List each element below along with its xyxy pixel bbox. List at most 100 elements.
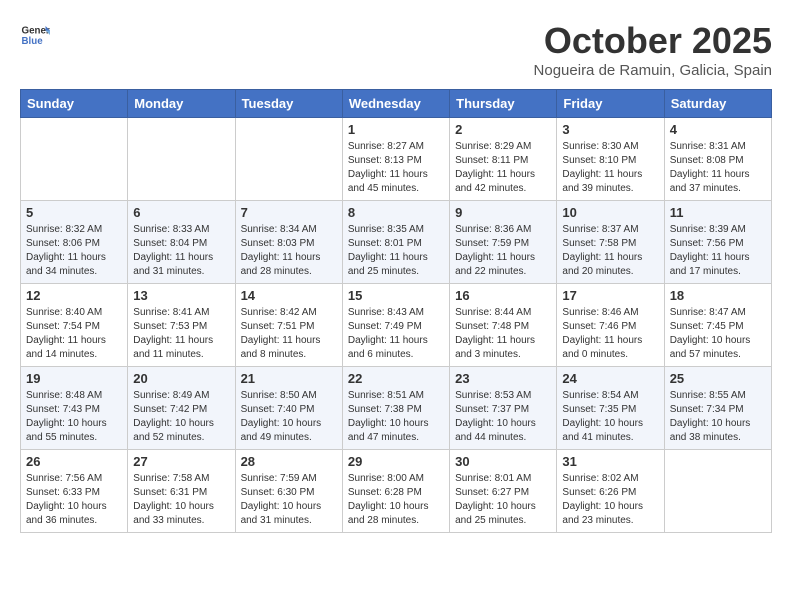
calendar-cell: 10 Sunrise: 8:37 AMSunset: 7:58 PMDayligh…	[557, 201, 664, 284]
day-number: 15	[348, 288, 444, 303]
weekday-header-saturday: Saturday	[664, 90, 771, 118]
day-number: 24	[562, 371, 658, 386]
calendar-week-row: 5 Sunrise: 8:32 AMSunset: 8:06 PMDaylight…	[21, 201, 772, 284]
day-info: Sunrise: 8:37 AMSunset: 7:58 PMDaylight:…	[562, 223, 658, 279]
day-number: 26	[26, 454, 122, 469]
calendar-table: SundayMondayTuesdayWednesdayThursdayFrid…	[20, 89, 772, 533]
day-number: 11	[670, 205, 766, 220]
calendar-cell	[21, 118, 128, 201]
calendar-cell	[235, 118, 342, 201]
day-info: Sunrise: 8:33 AMSunset: 8:04 PMDaylight:…	[133, 223, 229, 279]
day-number: 20	[133, 371, 229, 386]
weekday-header-sunday: Sunday	[21, 90, 128, 118]
calendar-cell: 2 Sunrise: 8:29 AMSunset: 8:11 PMDaylight…	[450, 118, 557, 201]
calendar-cell: 16 Sunrise: 8:44 AMSunset: 7:48 PMDayligh…	[450, 284, 557, 367]
day-info: Sunrise: 8:55 AMSunset: 7:34 PMDaylight:…	[670, 389, 766, 445]
calendar-cell	[664, 450, 771, 533]
calendar-cell: 17 Sunrise: 8:46 AMSunset: 7:46 PMDayligh…	[557, 284, 664, 367]
day-number: 5	[26, 205, 122, 220]
weekday-header-row: SundayMondayTuesdayWednesdayThursdayFrid…	[21, 90, 772, 118]
day-info: Sunrise: 8:53 AMSunset: 7:37 PMDaylight:…	[455, 389, 551, 445]
day-info: Sunrise: 7:58 AMSunset: 6:31 PMDaylight:…	[133, 472, 229, 528]
day-info: Sunrise: 8:30 AMSunset: 8:10 PMDaylight:…	[562, 140, 658, 196]
logo-icon: General Blue	[20, 20, 50, 50]
day-info: Sunrise: 8:46 AMSunset: 7:46 PMDaylight:…	[562, 306, 658, 362]
day-info: Sunrise: 8:50 AMSunset: 7:40 PMDaylight:…	[241, 389, 337, 445]
day-info: Sunrise: 8:49 AMSunset: 7:42 PMDaylight:…	[133, 389, 229, 445]
calendar-cell: 11Sunrise: 8:39 AMSunset: 7:56 PMDayligh…	[664, 201, 771, 284]
calendar-cell: 1Sunrise: 8:27 AMSunset: 8:13 PMDaylight…	[342, 118, 449, 201]
calendar-cell: 18Sunrise: 8:47 AMSunset: 7:45 PMDayligh…	[664, 284, 771, 367]
day-info: Sunrise: 8:31 AMSunset: 8:08 PMDaylight:…	[670, 140, 766, 196]
calendar-cell	[128, 118, 235, 201]
calendar-cell: 13 Sunrise: 8:41 AMSunset: 7:53 PMDayligh…	[128, 284, 235, 367]
day-number: 25	[670, 371, 766, 386]
day-info: Sunrise: 8:34 AMSunset: 8:03 PMDaylight:…	[241, 223, 337, 279]
day-info: Sunrise: 8:32 AMSunset: 8:06 PMDaylight:…	[26, 223, 122, 279]
calendar-cell: 28Sunrise: 7:59 AMSunset: 6:30 PMDayligh…	[235, 450, 342, 533]
day-info: Sunrise: 7:56 AMSunset: 6:33 PMDaylight:…	[26, 472, 122, 528]
calendar-cell: 3 Sunrise: 8:30 AMSunset: 8:10 PMDaylight…	[557, 118, 664, 201]
calendar-cell: 25 Sunrise: 8:55 AMSunset: 7:34 PMDayligh…	[664, 367, 771, 450]
calendar-week-row: 12Sunrise: 8:40 AMSunset: 7:54 PMDayligh…	[21, 284, 772, 367]
location: Nogueira de Ramuin, Galicia, Spain	[534, 62, 772, 79]
calendar-cell: 15 Sunrise: 8:43 AMSunset: 7:49 PMDayligh…	[342, 284, 449, 367]
logo: General Blue	[20, 20, 50, 50]
weekday-header-monday: Monday	[128, 90, 235, 118]
calendar-cell: 5 Sunrise: 8:32 AMSunset: 8:06 PMDaylight…	[21, 201, 128, 284]
day-info: Sunrise: 8:48 AMSunset: 7:43 PMDaylight:…	[26, 389, 122, 445]
day-number: 3	[562, 122, 658, 137]
calendar-cell: 22Sunrise: 8:51 AMSunset: 7:38 PMDayligh…	[342, 367, 449, 450]
calendar-cell: 29 Sunrise: 8:00 AMSunset: 6:28 PMDayligh…	[342, 450, 449, 533]
day-number: 6	[133, 205, 229, 220]
calendar-cell: 14Sunrise: 8:42 AMSunset: 7:51 PMDayligh…	[235, 284, 342, 367]
day-number: 27	[133, 454, 229, 469]
calendar-cell: 9Sunrise: 8:36 AMSunset: 7:59 PMDaylight…	[450, 201, 557, 284]
day-number: 30	[455, 454, 551, 469]
day-info: Sunrise: 8:41 AMSunset: 7:53 PMDaylight:…	[133, 306, 229, 362]
day-info: Sunrise: 8:00 AMSunset: 6:28 PMDaylight:…	[348, 472, 444, 528]
day-info: Sunrise: 8:01 AMSunset: 6:27 PMDaylight:…	[455, 472, 551, 528]
day-number: 21	[241, 371, 337, 386]
day-info: Sunrise: 8:47 AMSunset: 7:45 PMDaylight:…	[670, 306, 766, 362]
calendar-cell: 4Sunrise: 8:31 AMSunset: 8:08 PMDaylight…	[664, 118, 771, 201]
weekday-header-friday: Friday	[557, 90, 664, 118]
day-number: 16	[455, 288, 551, 303]
calendar-cell: 27 Sunrise: 7:58 AMSunset: 6:31 PMDayligh…	[128, 450, 235, 533]
calendar-cell: 24Sunrise: 8:54 AMSunset: 7:35 PMDayligh…	[557, 367, 664, 450]
day-number: 29	[348, 454, 444, 469]
svg-text:Blue: Blue	[22, 36, 44, 47]
day-number: 9	[455, 205, 551, 220]
calendar-cell: 26 Sunrise: 7:56 AMSunset: 6:33 PMDayligh…	[21, 450, 128, 533]
day-number: 22	[348, 371, 444, 386]
day-info: Sunrise: 8:44 AMSunset: 7:48 PMDaylight:…	[455, 306, 551, 362]
day-number: 14	[241, 288, 337, 303]
calendar-cell: 21 Sunrise: 8:50 AMSunset: 7:40 PMDayligh…	[235, 367, 342, 450]
calendar-week-row: 19 Sunrise: 8:48 AMSunset: 7:43 PMDayligh…	[21, 367, 772, 450]
title-block: October 2025 Nogueira de Ramuin, Galicia…	[534, 20, 772, 79]
day-number: 31	[562, 454, 658, 469]
day-number: 1	[348, 122, 444, 137]
calendar-cell: 8Sunrise: 8:35 AMSunset: 8:01 PMDaylight…	[342, 201, 449, 284]
day-info: Sunrise: 8:02 AMSunset: 6:26 PMDaylight:…	[562, 472, 658, 528]
day-info: Sunrise: 8:43 AMSunset: 7:49 PMDaylight:…	[348, 306, 444, 362]
weekday-header-tuesday: Tuesday	[235, 90, 342, 118]
day-number: 12	[26, 288, 122, 303]
weekday-header-wednesday: Wednesday	[342, 90, 449, 118]
day-number: 10	[562, 205, 658, 220]
calendar-cell: 7Sunrise: 8:34 AMSunset: 8:03 PMDaylight…	[235, 201, 342, 284]
day-info: Sunrise: 8:29 AMSunset: 8:11 PMDaylight:…	[455, 140, 551, 196]
month-title: October 2025	[534, 20, 772, 62]
day-number: 13	[133, 288, 229, 303]
day-number: 2	[455, 122, 551, 137]
weekday-header-thursday: Thursday	[450, 90, 557, 118]
page-header: General Blue October 2025 Nogueira de Ra…	[20, 20, 772, 79]
day-number: 23	[455, 371, 551, 386]
calendar-cell: 20 Sunrise: 8:49 AMSunset: 7:42 PMDayligh…	[128, 367, 235, 450]
day-info: Sunrise: 8:35 AMSunset: 8:01 PMDaylight:…	[348, 223, 444, 279]
calendar-cell: 12Sunrise: 8:40 AMSunset: 7:54 PMDayligh…	[21, 284, 128, 367]
day-number: 17	[562, 288, 658, 303]
day-number: 19	[26, 371, 122, 386]
day-number: 28	[241, 454, 337, 469]
calendar-week-row: 26 Sunrise: 7:56 AMSunset: 6:33 PMDayligh…	[21, 450, 772, 533]
